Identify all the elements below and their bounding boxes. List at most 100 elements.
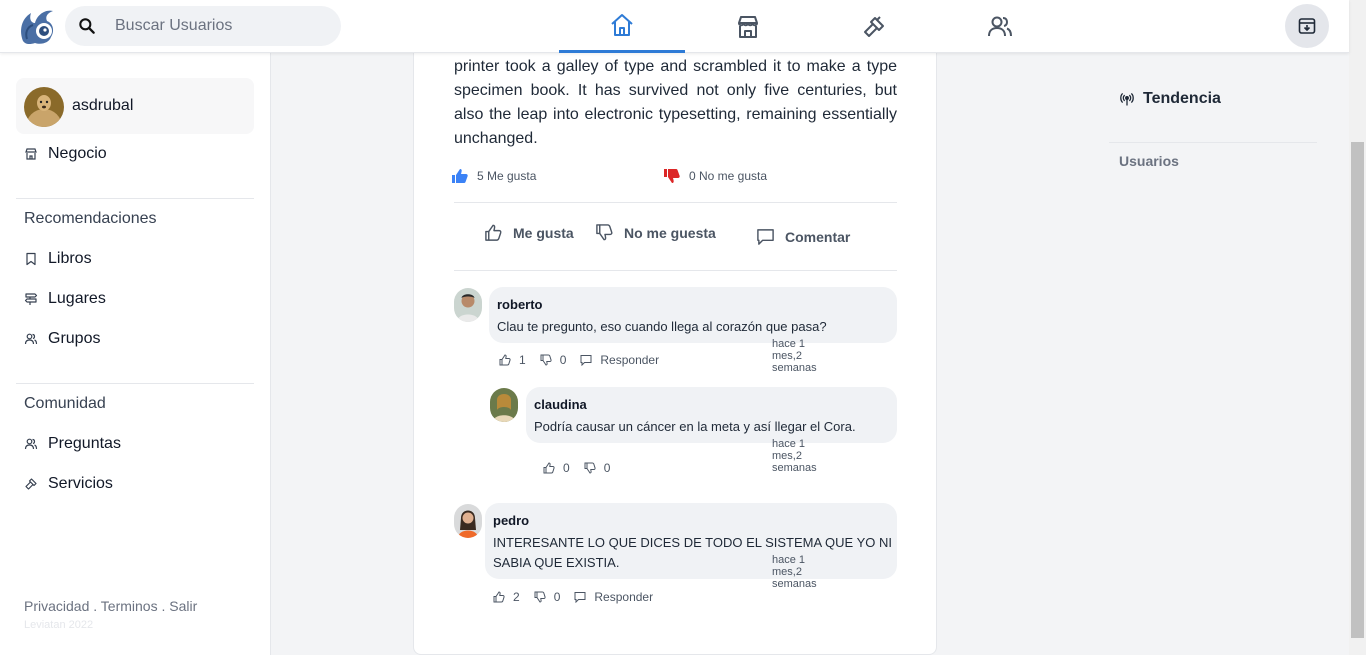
store-icon xyxy=(738,15,758,38)
comment-icon xyxy=(574,592,586,603)
dislike-label: No me guesta xyxy=(624,224,716,241)
comment-reply-button[interactable]: Responder xyxy=(580,353,659,367)
broadcast-icon xyxy=(1120,93,1134,106)
profile-card[interactable]: asdrubal xyxy=(16,78,254,134)
users-icon xyxy=(988,16,1012,36)
nav-tab-services[interactable] xyxy=(811,0,937,53)
comment-like-button[interactable]: 2 xyxy=(493,590,520,604)
trending-title: Tendencia xyxy=(1143,90,1221,107)
comment-author[interactable]: claudina xyxy=(534,397,587,412)
nav-tab-people[interactable] xyxy=(937,0,1063,53)
sidebar-item-label: Lugares xyxy=(48,290,106,307)
avatar xyxy=(454,288,482,322)
divider xyxy=(454,202,897,203)
comment-dislike-count: 0 xyxy=(553,590,561,604)
comment-timestamp: hace 1 mes,2 semanas xyxy=(772,438,817,474)
comment-dislike-button[interactable]: 0 xyxy=(584,461,611,475)
page-scrollbar[interactable] xyxy=(1349,0,1366,655)
comment-dislike-button[interactable]: 0 xyxy=(540,353,567,367)
sidebar-item-label: Grupos xyxy=(48,330,101,347)
trending-heading[interactable]: Tendencia xyxy=(1119,90,1221,108)
sidebar-item-questions[interactable]: Preguntas xyxy=(24,435,121,453)
search-box[interactable] xyxy=(65,6,341,46)
copyright-text: Leviatan 2022 xyxy=(24,619,94,631)
comment-text-line: INTERESANTE LO QUE DICES DE TODO EL SIST… xyxy=(493,535,893,550)
likes-count[interactable]: 5 Me gusta xyxy=(451,167,536,185)
reply-label: Responder xyxy=(600,353,660,367)
comment-text: Clau te pregunto, eso cuando llega al co… xyxy=(497,319,827,334)
divider xyxy=(1109,142,1317,143)
comment-like-button[interactable]: 0 xyxy=(543,461,570,475)
sidebar-item-label: Preguntas xyxy=(48,435,121,452)
comment-dislike-count: 0 xyxy=(603,461,611,475)
users-icon xyxy=(24,438,38,450)
comment-bubble: roberto Clau te pregunto, eso cuando lle… xyxy=(489,287,897,343)
right-panel: Tendencia Usuarios xyxy=(1079,53,1349,655)
logout-link[interactable]: Salir xyxy=(169,598,197,614)
scrollbar-thumb[interactable] xyxy=(1351,142,1364,638)
thumbs-up-icon xyxy=(485,224,502,241)
comment-text: Podría causar un cáncer en la meta y así… xyxy=(534,419,856,434)
thumbs-down-icon xyxy=(664,169,680,183)
comment-reply-button[interactable]: Responder xyxy=(574,590,653,604)
dislikes-count-text: 0 No me gusta xyxy=(689,169,768,183)
dislike-button[interactable]: No me guesta xyxy=(595,223,716,242)
comment-actions: 1 0 Responder xyxy=(499,353,673,367)
comment-button[interactable]: Comentar xyxy=(756,227,850,246)
hammer-icon xyxy=(25,478,37,490)
app-logo-icon[interactable] xyxy=(15,5,57,47)
top-navigation-bar xyxy=(0,0,1349,53)
avatar xyxy=(24,87,64,127)
users-heading: Usuarios xyxy=(1119,153,1179,169)
divider xyxy=(16,383,254,384)
comment-timestamp: hace 1 mes,2 semanas xyxy=(772,554,817,590)
sidebar-item-label: Libros xyxy=(48,250,92,267)
thumbs-down-icon xyxy=(534,591,546,603)
comment-text-line: SABIA QUE EXISTIA. xyxy=(493,555,620,570)
sidebar-item-groups[interactable]: Grupos xyxy=(24,330,100,348)
sidebar-item-label: Negocio xyxy=(48,145,107,162)
avatar xyxy=(454,504,482,538)
post-card: printer took a galley of type and scramb… xyxy=(413,40,937,655)
comment-author[interactable]: roberto xyxy=(497,297,543,312)
separator: . xyxy=(157,598,170,614)
comment-bubble: claudina Podría causar un cáncer en la m… xyxy=(526,387,897,443)
sidebar-item-business[interactable]: Negocio xyxy=(24,145,107,163)
nav-tab-home[interactable] xyxy=(559,0,685,53)
comment-label: Comentar xyxy=(785,228,851,245)
comment-like-button[interactable]: 1 xyxy=(499,353,526,367)
comment-icon xyxy=(580,355,592,366)
nav-tab-store[interactable] xyxy=(685,0,811,53)
comment-actions: 2 0 Responder xyxy=(493,590,667,604)
comment-author[interactable]: pedro xyxy=(493,513,529,528)
inbox-icon xyxy=(1298,18,1316,34)
sidebar-item-services[interactable]: Servicios xyxy=(24,475,113,493)
divider xyxy=(454,270,897,271)
inbox-button[interactable] xyxy=(1285,4,1329,48)
like-button[interactable]: Me gusta xyxy=(484,223,574,242)
thumbs-down-icon xyxy=(584,462,596,474)
comment-icon xyxy=(757,229,774,245)
dislikes-count[interactable]: 0 No me gusta xyxy=(663,167,767,185)
signpost-icon xyxy=(24,293,38,305)
bookmark-icon xyxy=(26,252,36,266)
privacy-link[interactable]: Privacidad xyxy=(24,598,89,614)
reply-label: Responder xyxy=(594,590,654,604)
thumbs-up-icon xyxy=(493,591,505,603)
avatar xyxy=(490,388,518,422)
home-icon xyxy=(611,14,633,36)
comment-dislike-button[interactable]: 0 xyxy=(534,590,561,604)
comment-dislike-count: 0 xyxy=(559,353,567,367)
thumbs-up-icon xyxy=(543,462,555,474)
left-sidebar: asdrubal Negocio Recomendaciones Libros … xyxy=(0,53,271,655)
store-icon xyxy=(25,148,37,160)
like-label: Me gusta xyxy=(513,224,574,241)
likes-count-text: 5 Me gusta xyxy=(477,169,537,183)
sidebar-item-places[interactable]: Lugares xyxy=(24,290,106,308)
search-input[interactable] xyxy=(115,6,335,46)
separator: . xyxy=(89,598,101,614)
comment-actions: 0 0 xyxy=(543,461,624,475)
sidebar-item-books[interactable]: Libros xyxy=(24,250,92,268)
divider xyxy=(16,198,254,199)
terms-link[interactable]: Terminos xyxy=(101,598,158,614)
